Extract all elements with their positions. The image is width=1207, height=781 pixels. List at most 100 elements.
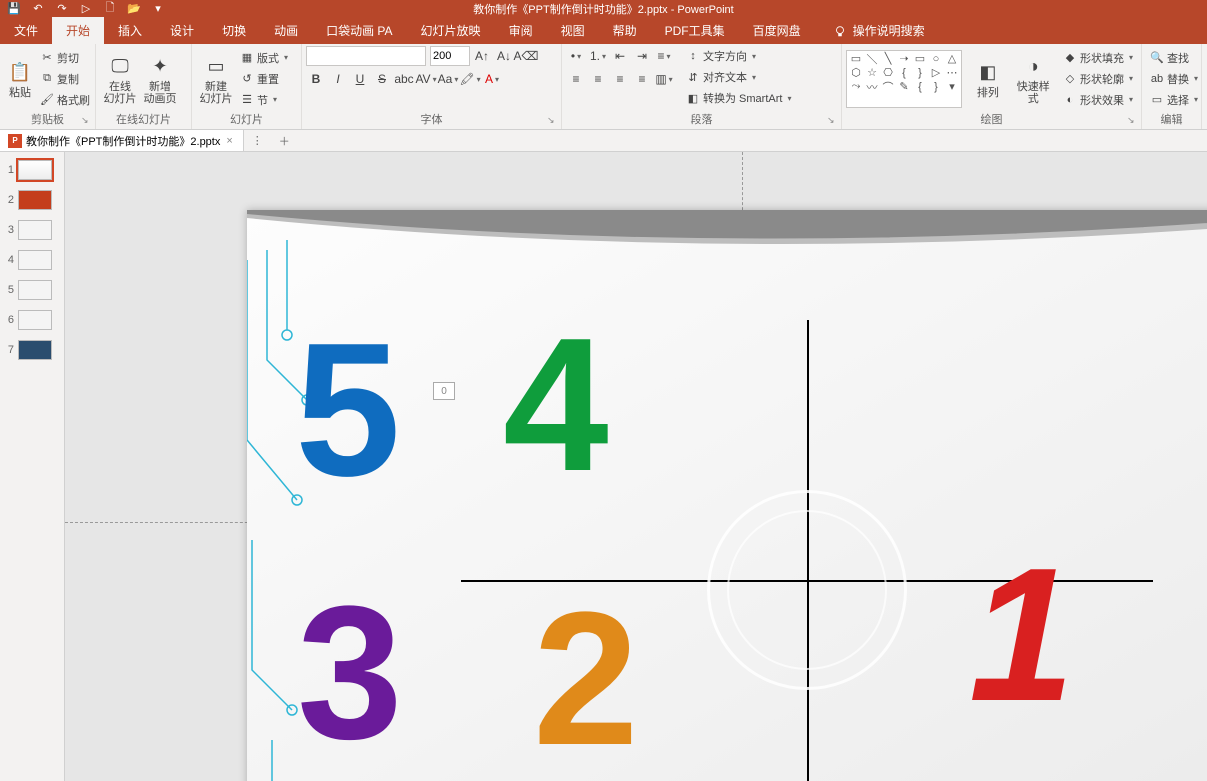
countdown-number-4[interactable]: 4 bbox=[503, 310, 609, 500]
tab-view[interactable]: 视图 bbox=[547, 17, 599, 44]
shape-rect2-icon[interactable]: ▭ bbox=[912, 52, 928, 66]
qat-redo[interactable]: ↷ bbox=[54, 1, 70, 17]
countdown-number-3[interactable]: 3 bbox=[297, 578, 403, 768]
slide-thumb-7[interactable]: 7 bbox=[0, 338, 64, 362]
slide-thumb-2[interactable]: 2 bbox=[0, 188, 64, 212]
paragraph-launcher[interactable]: ↘ bbox=[827, 115, 839, 127]
qat-save[interactable]: 💾 bbox=[6, 1, 22, 17]
align-right-button[interactable]: ≡ bbox=[610, 69, 630, 89]
copy-button[interactable]: ⧉复制 bbox=[36, 69, 94, 89]
clear-format-button[interactable]: A⌫ bbox=[516, 46, 536, 66]
text-direction-button[interactable]: ↕文字方向 bbox=[682, 46, 795, 66]
shape-down-icon[interactable]: ▾ bbox=[944, 80, 960, 94]
align-center-button[interactable]: ≡ bbox=[588, 69, 608, 89]
tab-design[interactable]: 设计 bbox=[156, 17, 208, 44]
shape-b2-icon[interactable]: } bbox=[928, 80, 944, 94]
change-case-button[interactable]: Aa bbox=[438, 69, 458, 89]
arrange-button[interactable]: ◧ 排列 bbox=[968, 56, 1007, 101]
document-tab[interactable]: P 教你制作《PPT制作倒计时功能》2.pptx × bbox=[0, 130, 244, 151]
shape-line2-icon[interactable]: ╲ bbox=[880, 52, 896, 66]
tell-me-search[interactable]: 操作说明搜索 bbox=[833, 17, 925, 44]
shape-rarrow-icon[interactable]: ▷ bbox=[928, 66, 944, 80]
quick-styles-button[interactable]: ◑ 快速样式 bbox=[1014, 50, 1053, 107]
bullets-button[interactable]: • bbox=[566, 46, 586, 66]
qat-open[interactable]: 📂 bbox=[126, 1, 142, 17]
font-launcher[interactable]: ↘ bbox=[547, 115, 559, 127]
char-spacing-button[interactable]: AV bbox=[416, 69, 436, 89]
layout-button[interactable]: ▦版式 bbox=[236, 48, 292, 68]
decrease-indent-button[interactable]: ⇤ bbox=[610, 46, 630, 66]
tab-baidu[interactable]: 百度网盘 bbox=[739, 17, 815, 44]
qat-more[interactable]: ▾ bbox=[150, 1, 166, 17]
slide-canvas[interactable]: 0 5 4 3 2 1 bbox=[247, 210, 1207, 781]
tab-pocket-anim[interactable]: 口袋动画 PA bbox=[312, 17, 406, 44]
shape-fill-button[interactable]: ◆形状填充 bbox=[1059, 48, 1137, 68]
reset-button[interactable]: ↺重置 bbox=[236, 69, 292, 89]
shape-arc-icon[interactable]: ⌒ bbox=[880, 80, 896, 94]
cut-button[interactable]: ✂剪切 bbox=[36, 48, 94, 68]
shape-star-icon[interactable]: ☆ bbox=[864, 66, 880, 80]
tab-review[interactable]: 审阅 bbox=[495, 17, 547, 44]
tab-animations[interactable]: 动画 bbox=[260, 17, 312, 44]
slide-thumb-6[interactable]: 6 bbox=[0, 308, 64, 332]
online-slide-button[interactable]: 🖵 在线 幻灯片 bbox=[100, 50, 140, 107]
shape-tri-icon[interactable]: △ bbox=[944, 52, 960, 66]
shape-conn-icon[interactable]: ⤳ bbox=[848, 80, 864, 94]
section-button[interactable]: ☰节 bbox=[236, 90, 292, 110]
font-name-input[interactable] bbox=[306, 46, 426, 66]
find-button[interactable]: 🔍查找 bbox=[1146, 48, 1202, 68]
align-text-button[interactable]: ⇵对齐文本 bbox=[682, 67, 795, 87]
countdown-number-2[interactable]: 2 bbox=[533, 584, 639, 774]
increase-indent-button[interactable]: ⇥ bbox=[632, 46, 652, 66]
shape-curve-icon[interactable]: 〰 bbox=[864, 80, 880, 94]
italic-button[interactable]: I bbox=[328, 69, 348, 89]
shape-callout-icon[interactable]: ⎔ bbox=[880, 66, 896, 80]
shape-outline-button[interactable]: ◇形状轮廓 bbox=[1059, 69, 1137, 89]
highlight-button[interactable]: 🖍 bbox=[460, 69, 480, 89]
tab-pdf-tools[interactable]: PDF工具集 bbox=[651, 17, 739, 44]
slide-thumb-1[interactable]: 1 bbox=[0, 158, 64, 182]
font-size-input[interactable] bbox=[430, 46, 470, 66]
replace-button[interactable]: ab替换 bbox=[1146, 69, 1202, 89]
shape-more-icon[interactable]: ⋯ bbox=[944, 66, 960, 80]
line-spacing-button[interactable]: ≡ bbox=[654, 46, 674, 66]
countdown-number-1[interactable]: 1 bbox=[969, 540, 1075, 730]
tab-slideshow[interactable]: 幻灯片放映 bbox=[407, 17, 495, 44]
decrease-font-button[interactable]: A↓ bbox=[494, 46, 514, 66]
shadow-button[interactable]: abc bbox=[394, 69, 414, 89]
tab-overflow-button[interactable]: ⋮ bbox=[244, 134, 271, 147]
underline-button[interactable]: U bbox=[350, 69, 370, 89]
numbering-button[interactable]: 1. bbox=[588, 46, 608, 66]
format-painter-button[interactable]: 🖌格式刷 bbox=[36, 90, 94, 110]
tab-transitions[interactable]: 切换 bbox=[208, 17, 260, 44]
shape-effects-button[interactable]: ◐形状效果 bbox=[1059, 90, 1137, 110]
columns-button[interactable]: ▥ bbox=[654, 69, 674, 89]
tab-home[interactable]: 开始 bbox=[52, 17, 104, 44]
shape-b1-icon[interactable]: { bbox=[912, 80, 928, 94]
qat-new-doc[interactable]: 🗋 bbox=[102, 1, 118, 17]
shape-line-icon[interactable]: ＼ bbox=[864, 52, 880, 66]
align-left-button[interactable]: ≡ bbox=[566, 69, 586, 89]
slide-thumb-4[interactable]: 4 bbox=[0, 248, 64, 272]
font-color-button[interactable]: A bbox=[482, 69, 502, 89]
to-smartart-button[interactable]: ◧转换为 SmartArt bbox=[682, 88, 795, 108]
new-anim-page-button[interactable]: ✦ 新增 动画页 bbox=[140, 50, 180, 107]
tab-insert[interactable]: 插入 bbox=[104, 17, 156, 44]
add-tab-button[interactable]: ＋ bbox=[271, 133, 298, 149]
slide-thumb-5[interactable]: 5 bbox=[0, 278, 64, 302]
shape-brace-l-icon[interactable]: { bbox=[896, 66, 912, 80]
select-button[interactable]: ▭选择 bbox=[1146, 90, 1202, 110]
tab-file[interactable]: 文件 bbox=[0, 17, 52, 44]
shape-hex-icon[interactable]: ⬡ bbox=[848, 66, 864, 80]
slide-thumb-3[interactable]: 3 bbox=[0, 218, 64, 242]
shape-rect-icon[interactable]: ▭ bbox=[848, 52, 864, 66]
new-slide-button[interactable]: ▭ 新建 幻灯片 bbox=[196, 50, 236, 107]
strike-button[interactable]: S bbox=[372, 69, 392, 89]
qat-start-slideshow[interactable]: ▷ bbox=[78, 1, 94, 17]
shape-brace-r-icon[interactable]: } bbox=[912, 66, 928, 80]
shape-arrow-icon[interactable]: ➝ bbox=[896, 52, 912, 66]
countdown-number-5[interactable]: 5 bbox=[295, 315, 401, 505]
close-tab-button[interactable]: × bbox=[224, 135, 234, 147]
increase-font-button[interactable]: A↑ bbox=[472, 46, 492, 66]
bold-button[interactable]: B bbox=[306, 69, 326, 89]
